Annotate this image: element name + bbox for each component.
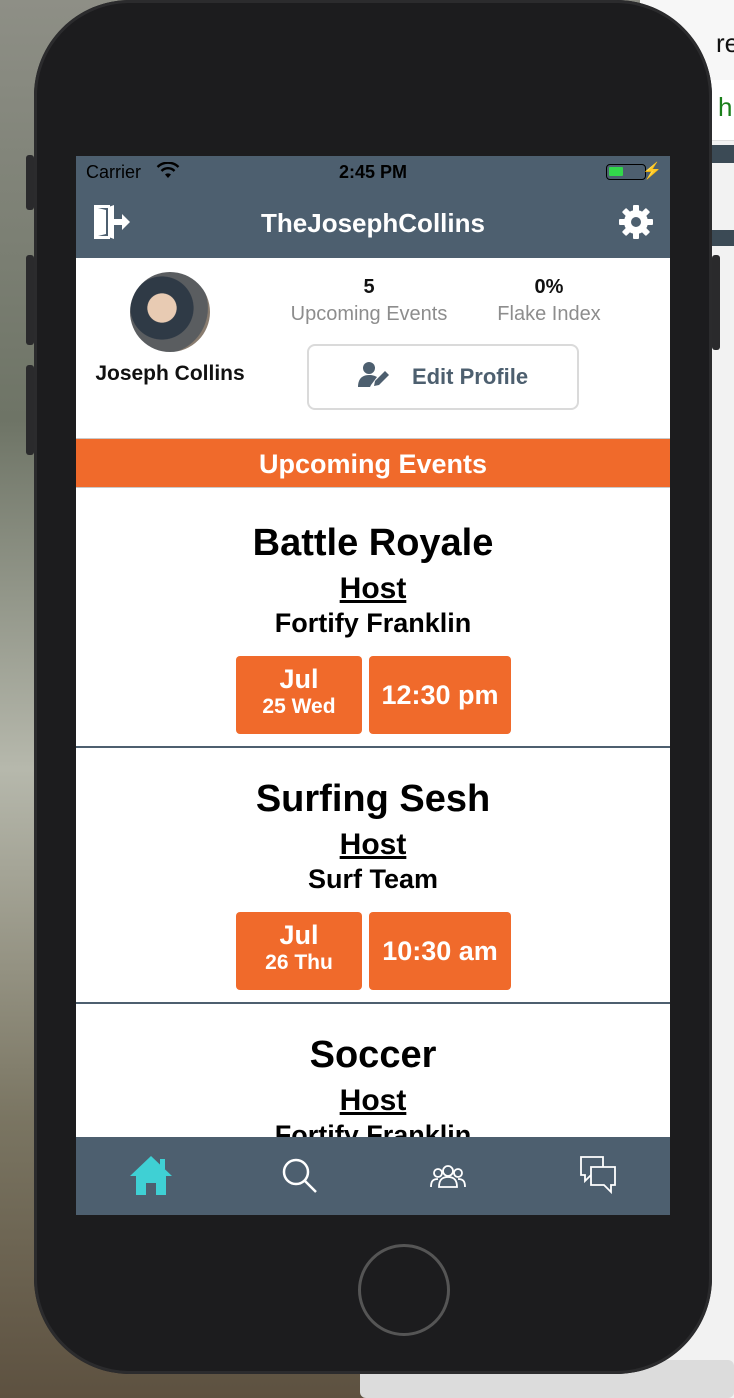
event-role-link[interactable]: Host — [76, 572, 670, 606]
flake-index-stat: 0% Flake Index — [459, 276, 639, 326]
event-title: Surfing Sesh — [255, 778, 491, 820]
event-month: Jul — [279, 920, 319, 950]
event-day: 26 Thu — [265, 951, 333, 974]
home-button[interactable] — [358, 1244, 450, 1336]
event-time-badge: 12:30 pm — [369, 656, 511, 734]
screen-title: TheJosephCollins — [261, 208, 485, 238]
event-time-badge: 10:30 am — [369, 912, 511, 990]
edit-profile-button[interactable]: Edit Profile — [307, 344, 579, 410]
event-card[interactable]: Battle Royale Host Fortify Franklin Jul … — [76, 492, 670, 748]
event-date-badge: Jul 25 Wed — [236, 656, 362, 734]
power-button — [712, 255, 720, 350]
tab-groups[interactable] — [423, 1151, 473, 1201]
background-text: re — [716, 28, 734, 58]
app-screen: Carrier 2:45 PM ⚡ TheJosephCollins Josep… — [76, 156, 670, 1215]
event-title: Soccer — [309, 1034, 437, 1076]
event-role-link[interactable]: Host — [76, 828, 670, 862]
tab-bar — [76, 1137, 670, 1215]
event-role-link[interactable]: Host — [76, 1084, 670, 1118]
avatar[interactable] — [130, 272, 210, 352]
tab-search[interactable] — [275, 1151, 325, 1201]
charging-icon: ⚡ — [642, 163, 662, 180]
gear-icon[interactable] — [618, 204, 654, 240]
navigation-bar: TheJosephCollins — [76, 188, 670, 258]
upcoming-events-stat: 5 Upcoming Events — [279, 276, 459, 326]
user-edit-icon — [357, 361, 390, 393]
event-card[interactable]: Surfing Sesh Host Surf Team Jul 26 Thu 1… — [76, 748, 670, 1004]
volume-down-button — [26, 365, 34, 455]
volume-up-button — [26, 255, 34, 345]
flake-index-value: 0% — [534, 276, 564, 298]
upcoming-events-count: 5 — [363, 276, 375, 298]
mute-switch — [26, 155, 34, 210]
status-bar: Carrier 2:45 PM ⚡ — [76, 156, 670, 188]
chat-icon — [573, 1156, 623, 1205]
tab-chat[interactable] — [573, 1151, 623, 1201]
profile-name: Joseph Collins — [95, 362, 245, 385]
event-date-badge: Jul 26 Thu — [236, 912, 362, 990]
tab-home[interactable] — [126, 1151, 176, 1201]
flake-index-label: Flake Index — [497, 303, 601, 325]
upcoming-events-label: Upcoming Events — [290, 303, 448, 325]
event-day: 25 Wed — [262, 695, 336, 718]
profile-header: Joseph Collins 5 Upcoming Events 0% Flak… — [76, 258, 670, 439]
event-month: Jul — [279, 664, 319, 694]
clock: 2:45 PM — [338, 162, 408, 182]
event-organization: Fortify Franklin — [274, 608, 472, 638]
search-icon — [275, 1158, 325, 1205]
event-title: Battle Royale — [252, 522, 494, 564]
edit-profile-label: Edit Profile — [411, 364, 529, 389]
battery-icon — [606, 164, 646, 180]
upcoming-events-header: Upcoming Events — [76, 438, 670, 488]
background-text: h — [718, 92, 733, 122]
event-organization: Surf Team — [307, 864, 439, 894]
home-icon — [126, 1156, 176, 1205]
groups-icon — [423, 1165, 473, 1205]
